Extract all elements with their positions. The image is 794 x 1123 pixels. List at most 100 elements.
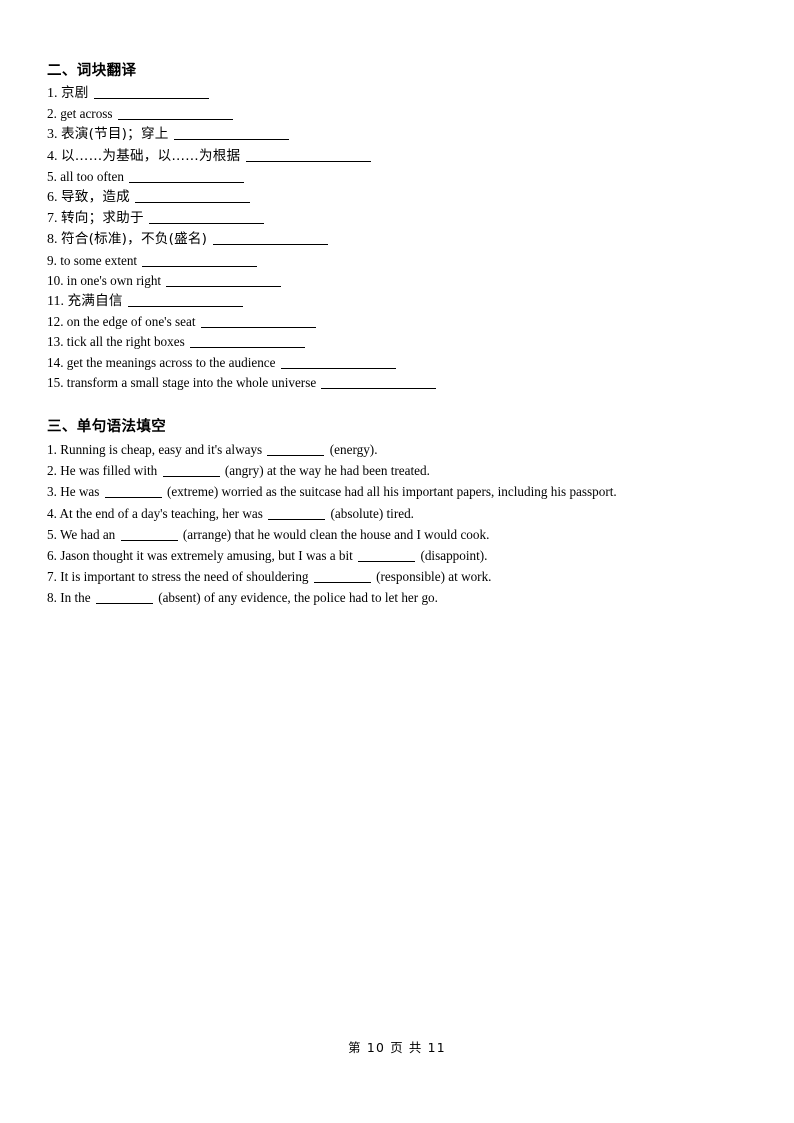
phrase-item-text: 导致，造成 [61,189,130,206]
answer-blank[interactable] [166,275,282,287]
phrase-item: 3. 表演(节目)；穿上 [47,124,747,145]
answer-blank[interactable] [120,529,178,541]
grammar-item-text-before: We had an [59,526,116,542]
grammar-item: 2. He was filled with (angry) at the way… [47,460,747,481]
phrase-item: 8. 符合(标准)，不负(盛名) [47,229,747,250]
phrase-item-number: 2. [47,106,57,122]
phrase-item-text: transform a small stage into the whole u… [66,374,317,390]
phrase-item-number: 8. [47,232,58,248]
answer-blank[interactable] [358,550,416,563]
phrase-item-text: 以……为基础，以……为根据 [61,147,241,164]
phrase-item-text: in one's own right [66,272,162,288]
answer-blank[interactable] [212,233,328,246]
grammar-item-text-after: (arrange) that he would clean the house … [182,526,490,542]
phrase-item-text: 表演(节目)；穿上 [61,126,169,143]
answer-blank[interactable] [280,357,396,369]
page-footer: 第 10 页 共 11 [348,1040,446,1055]
phrase-item-number: 12. [47,314,64,330]
answer-blank[interactable] [174,128,290,141]
answer-blank[interactable] [190,336,306,349]
grammar-item-number: 6. [47,548,57,564]
grammar-item-text-after: (absent) of any evidence, the police had… [158,590,438,606]
answer-blank[interactable] [94,87,210,99]
grammar-item-text-before: He was [60,484,100,500]
section-grammar-fill-in: 三、单句语法填空 1. Running is cheap, easy and i… [47,418,747,609]
phrase-item: 11. 充满自信 [47,291,747,312]
phrase-item: 4. 以……为基础，以……为根据 [47,146,747,167]
answer-blank[interactable] [95,592,153,605]
section-two-heading: 二、词块翻译 [47,63,137,79]
grammar-item-number: 3. [47,484,57,500]
answer-blank[interactable] [128,295,244,308]
phrase-item-number: 9. [47,252,57,268]
phrase-item-text: 符合(标准)，不负(盛名) [61,231,208,248]
answer-blank[interactable] [162,465,220,478]
grammar-item-text-before: In the [60,590,91,606]
answer-blank[interactable] [245,150,371,162]
phrase-item-text: on the edge of one's seat [66,314,196,330]
phrase-item-text: all too often [60,168,124,184]
grammar-item-number: 4. [47,505,57,521]
phrase-item-text: get across [60,106,113,122]
section-two-item-list: 1. 京剧 2. get across 3. 表演(节目)；穿上 4. 以……为… [47,83,747,393]
answer-blank[interactable] [267,444,325,457]
phrase-item: 1. 京剧 [47,83,747,104]
answer-blank[interactable] [268,508,326,520]
phrase-item: 6. 导致，造成 [47,187,747,208]
answer-blank[interactable] [321,377,437,389]
grammar-item-number: 2. [47,463,57,479]
phrase-item-text: 充满自信 [67,293,123,310]
phrase-item: 10. in one's own right [47,271,747,291]
phrase-item-number: 11. [47,294,64,310]
section-phrase-translation: 二、词块翻译 1. 京剧 2. get across 3. 表演(节目)；穿上 … [47,62,747,393]
grammar-item-text-before: Jason thought it was extremely amusing, … [60,548,353,564]
phrase-item-number: 15. [47,374,64,390]
phrase-item-text: tick all the right boxes [66,334,185,350]
phrase-item-number: 10. [47,272,64,288]
worksheet-page: 二、词块翻译 1. 京剧 2. get across 3. 表演(节目)；穿上 … [0,0,794,1123]
answer-blank[interactable] [200,316,316,329]
answer-blank[interactable] [149,212,265,225]
section-three-item-list: 1. Running is cheap, easy and it's alway… [47,439,747,609]
phrase-item: 13. tick all the right boxes [47,332,747,352]
phrase-item-text: 京剧 [61,85,89,101]
phrase-item-number: 7. [47,211,58,227]
grammar-item-number: 5. [47,526,57,542]
answer-blank[interactable] [129,171,245,183]
grammar-item-text-after: (energy). [329,442,378,458]
phrase-item-text: to some extent [60,252,138,268]
answer-blank[interactable] [135,191,251,204]
grammar-item: 6. Jason thought it was extremely amusin… [47,545,747,566]
phrase-item-number: 5. [47,168,57,184]
grammar-item-number: 7. [47,569,57,585]
phrase-item-number: 6. [47,190,58,206]
answer-blank[interactable] [104,486,162,499]
grammar-item: 7. It is important to stress the need of… [47,566,747,587]
phrase-item: 7. 转向；求助于 [47,208,747,229]
answer-blank[interactable] [142,255,258,267]
grammar-item-text-before: Running is cheap, easy and it's always [60,442,263,458]
phrase-item: 9. to some extent [47,251,747,271]
grammar-item: 1. Running is cheap, easy and it's alway… [47,439,747,460]
phrase-item-text: get the meanings across to the audience [66,354,276,370]
phrase-item: 15. transform a small stage into the who… [47,373,747,393]
phrase-item: 14. get the meanings across to the audie… [47,353,747,373]
phrase-item-number: 14. [47,354,64,370]
grammar-item-number: 1. [47,442,57,458]
grammar-item: 3. He was (extreme) worried as the suitc… [47,481,747,502]
phrase-item-number: 4. [47,148,58,164]
phrase-item-number: 13. [47,334,64,350]
grammar-item: 8. In the (absent) of any evidence, the … [47,587,747,608]
section-three-heading: 三、单句语法填空 [47,419,167,436]
grammar-item: 4. At the end of a day's teaching, her w… [47,503,747,524]
phrase-item-number: 1. [47,86,58,101]
answer-blank[interactable] [117,108,233,121]
grammar-item-text-after: (absolute) tired. [330,505,414,521]
grammar-item-number: 8. [47,590,57,606]
grammar-item-text-after: (angry) at the way he had been treated. [224,463,430,479]
phrase-item-text: 转向；求助于 [61,210,144,227]
phrase-item: 2. get across [47,104,747,124]
phrase-item: 5. all too often [47,167,747,187]
grammar-item-text-before: He was filled with [60,463,158,479]
answer-blank[interactable] [313,571,371,584]
